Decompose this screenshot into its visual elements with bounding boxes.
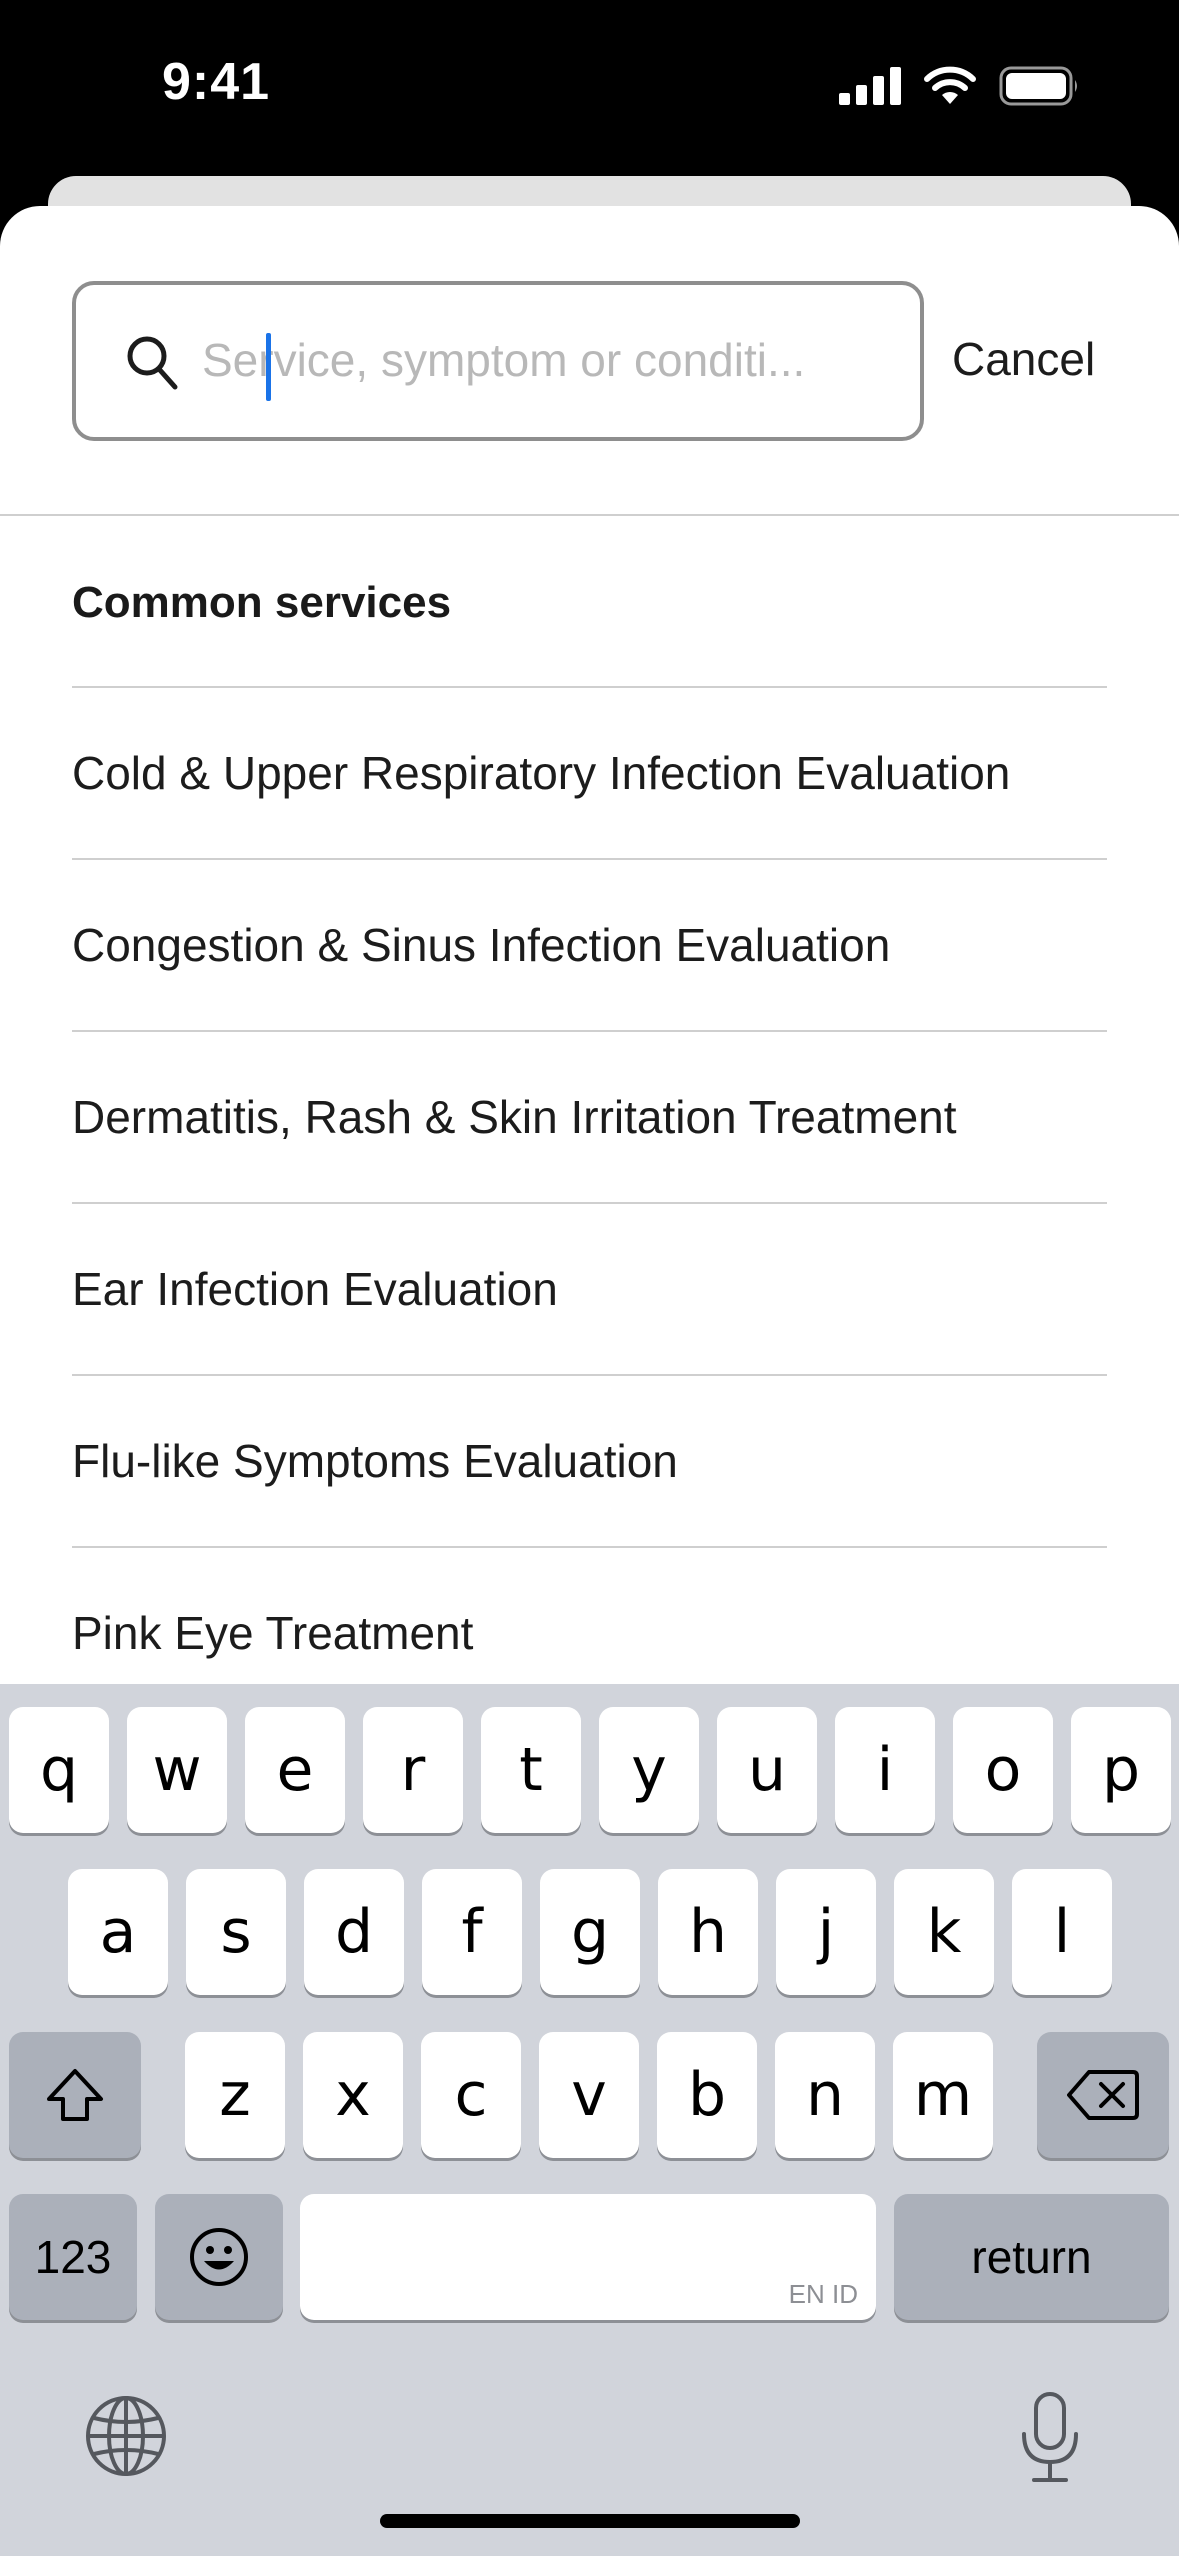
- list-item[interactable]: Congestion & Sinus Infection Evaluation: [72, 858, 1107, 1030]
- microphone-icon[interactable]: [1018, 2390, 1082, 2486]
- signal-icon: [839, 67, 901, 105]
- header-divider: [0, 514, 1179, 516]
- key-x[interactable]: x: [303, 2032, 403, 2158]
- home-indicator: [380, 2514, 800, 2528]
- wifi-icon: [924, 66, 976, 104]
- key-g[interactable]: g: [540, 1869, 640, 1995]
- cancel-button[interactable]: Cancel: [952, 332, 1095, 386]
- key-a[interactable]: a: [68, 1869, 168, 1995]
- key-y[interactable]: y: [599, 1707, 699, 1833]
- backspace-key[interactable]: [1037, 2032, 1169, 2158]
- key-i[interactable]: i: [835, 1707, 935, 1833]
- list-item-label: Pink Eye Treatment: [72, 1607, 474, 1659]
- emoji-key[interactable]: [155, 2194, 283, 2320]
- key-l[interactable]: l: [1012, 1869, 1112, 1995]
- key-u[interactable]: u: [717, 1707, 817, 1833]
- key-f[interactable]: f: [422, 1869, 522, 1995]
- shift-icon: [47, 2069, 103, 2121]
- backspace-icon: [1067, 2070, 1139, 2120]
- key-k[interactable]: k: [894, 1869, 994, 1995]
- battery-icon: [999, 66, 1077, 106]
- list-item[interactable]: Flu-like Symptoms Evaluation: [72, 1374, 1107, 1546]
- keyboard: qwertyuiop asdfghjkl zxcvbnm 123 EN ID ret…: [0, 1684, 1179, 2556]
- list-item-label: Flu-like Symptoms Evaluation: [72, 1435, 678, 1487]
- space-language-label: EN ID: [788, 2279, 858, 2309]
- key-q[interactable]: q: [9, 1707, 109, 1833]
- numbers-key[interactable]: 123: [9, 2194, 137, 2320]
- list-item[interactable]: Dermatitis, Rash & Skin Irritation Treat…: [72, 1030, 1107, 1202]
- key-m[interactable]: m: [893, 2032, 993, 2158]
- key-p[interactable]: p: [1071, 1707, 1171, 1833]
- list-item[interactable]: Ear Infection Evaluation: [72, 1202, 1107, 1374]
- emoji-icon: [190, 2228, 248, 2286]
- list-item-label: Dermatitis, Rash & Skin Irritation Treat…: [72, 1091, 957, 1143]
- list-item-label: Cold & Upper Respiratory Infection Evalu…: [72, 747, 1011, 799]
- key-h[interactable]: h: [658, 1869, 758, 1995]
- key-s[interactable]: s: [186, 1869, 286, 1995]
- key-j[interactable]: j: [776, 1869, 876, 1995]
- key-d[interactable]: d: [304, 1869, 404, 1995]
- status-icons: [839, 66, 1081, 106]
- section-title: Common services: [72, 578, 452, 627]
- shift-key[interactable]: [9, 2032, 141, 2158]
- search-input[interactable]: [194, 315, 902, 405]
- key-c[interactable]: c: [421, 2032, 521, 2158]
- search-box[interactable]: [72, 281, 924, 441]
- key-b[interactable]: b: [657, 2032, 757, 2158]
- status-time: 9:41: [162, 53, 271, 111]
- globe-icon[interactable]: [84, 2394, 168, 2478]
- key-n[interactable]: n: [775, 2032, 875, 2158]
- key-z[interactable]: z: [185, 2032, 285, 2158]
- key-w[interactable]: w: [127, 1707, 227, 1833]
- key-v[interactable]: v: [539, 2032, 639, 2158]
- list-item-label: Ear Infection Evaluation: [72, 1263, 558, 1315]
- space-key[interactable]: EN ID: [300, 2194, 876, 2320]
- text-caret: [266, 333, 271, 401]
- services-list: Cold & Upper Respiratory Infection Evalu…: [72, 686, 1107, 1718]
- list-item[interactable]: Cold & Upper Respiratory Infection Evalu…: [72, 686, 1107, 858]
- key-e[interactable]: e: [245, 1707, 345, 1833]
- return-key[interactable]: return: [894, 2194, 1169, 2320]
- list-item-label: Congestion & Sinus Infection Evaluation: [72, 919, 891, 971]
- key-t[interactable]: t: [481, 1707, 581, 1833]
- key-r[interactable]: r: [363, 1707, 463, 1833]
- status-bar: 9:41: [0, 0, 1179, 176]
- key-o[interactable]: o: [953, 1707, 1053, 1833]
- search-icon: [127, 336, 178, 390]
